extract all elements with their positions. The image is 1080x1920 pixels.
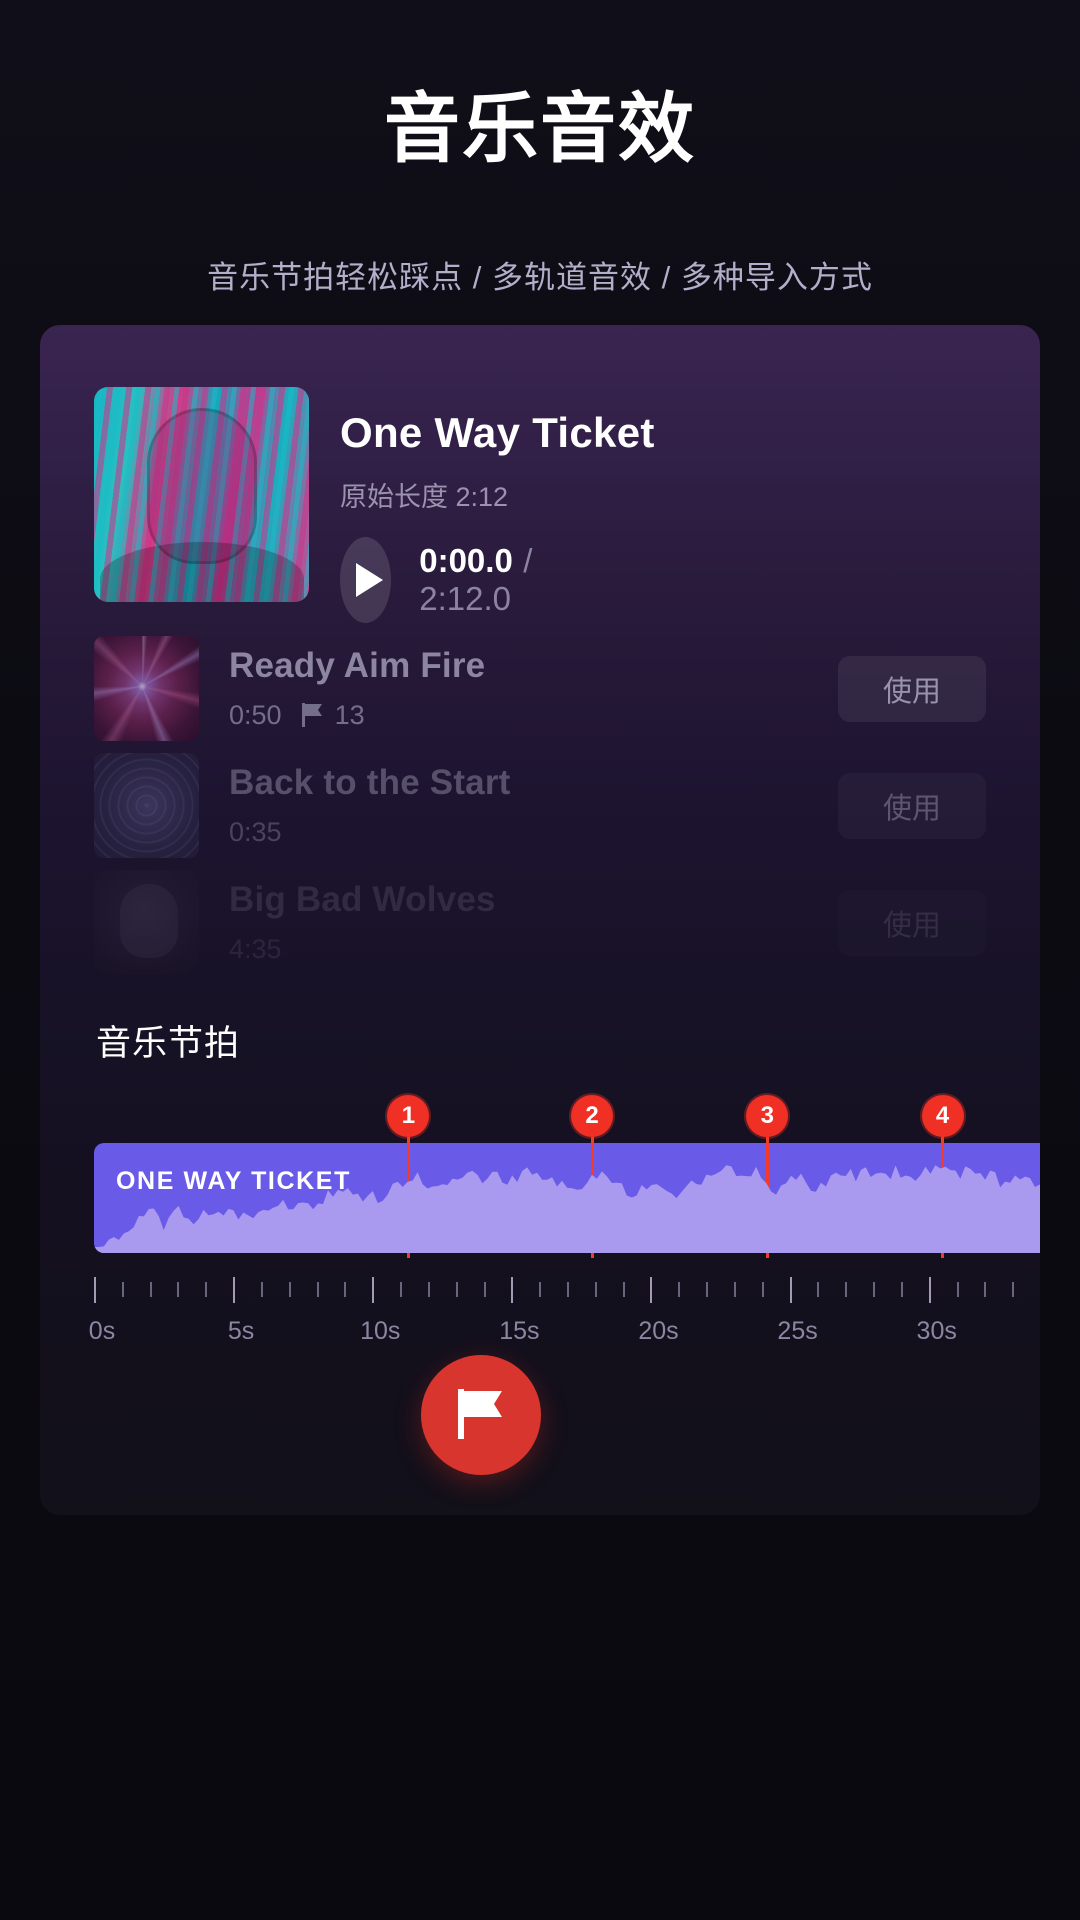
- ruler-tick-minor: [622, 1282, 625, 1297]
- time-separator: /: [523, 542, 533, 579]
- ruler-tick-minor: [706, 1282, 709, 1297]
- total-time: 2:12.0: [419, 580, 511, 617]
- page-title: 音乐音效: [384, 87, 696, 172]
- track-row[interactable]: Back to the Start 0:35 使用: [94, 747, 986, 864]
- beat-marker-pin[interactable]: 2: [571, 1095, 614, 1137]
- ruler-tick-major: [372, 1277, 375, 1303]
- ruler-tick-major: [511, 1277, 514, 1303]
- play-icon: [355, 563, 383, 597]
- flag-icon: [458, 1388, 504, 1442]
- album-cover-icon: [94, 387, 309, 602]
- track-meta: 0:50 13: [229, 700, 838, 731]
- track-name: Back to the Start: [229, 763, 511, 803]
- ruler-label: 0s: [88, 1317, 116, 1345]
- track-duration: 4:35: [229, 933, 282, 964]
- ruler-tick-minor: [956, 1282, 959, 1297]
- beat-count-group: 13: [301, 699, 365, 731]
- ruler-tick-minor: [483, 1282, 486, 1297]
- current-time: 0:00.0: [419, 542, 513, 579]
- ruler-label: 20s: [638, 1317, 679, 1345]
- ruler-tick-major: [94, 1277, 96, 1303]
- waveform-label: ONE WAY TICKET: [116, 1167, 351, 1195]
- album-thumb-icon: [94, 636, 199, 741]
- ruler-tick-minor: [984, 1282, 987, 1297]
- ruler-label: 10s: [360, 1317, 401, 1345]
- beat-timeline[interactable]: ONE WAY TICKET 1 2 3 4 0s 5s 10s 15s 20s 25s 30s: [89, 1095, 1040, 1405]
- waveform-shape: [94, 1165, 1040, 1253]
- ruler-tick-minor: [539, 1282, 542, 1297]
- beat-marker-pin[interactable]: 3: [746, 1095, 789, 1137]
- ruler-tick-minor: [455, 1282, 458, 1297]
- ruler-tick-minor: [900, 1282, 903, 1297]
- thumb-swirl-pattern: [94, 753, 199, 858]
- ruler-tick-minor: [1012, 1282, 1015, 1297]
- track-meta: 4:35: [229, 934, 838, 965]
- ruler-tick-minor: [427, 1282, 430, 1297]
- cover-figure-head: [150, 411, 254, 561]
- track-row[interactable]: Ready Aim Fire 0:50 13 使用: [94, 630, 986, 747]
- use-button[interactable]: 使用: [838, 773, 986, 839]
- album-thumb-icon: [94, 753, 199, 858]
- ruler-tick-minor: [205, 1282, 208, 1297]
- ruler-label: 5s: [227, 1317, 255, 1345]
- ruler-tick-minor: [594, 1282, 597, 1297]
- thumb-plasma-rays: [94, 636, 199, 741]
- ruler-tick-minor: [567, 1282, 569, 1297]
- track-meta: 0:35: [229, 817, 838, 848]
- timeline-ruler: [94, 1277, 1040, 1307]
- use-button[interactable]: 使用: [838, 890, 986, 956]
- ruler-tick-minor: [121, 1282, 124, 1297]
- ruler-tick-minor: [316, 1282, 319, 1297]
- ruler-label: 15s: [499, 1317, 540, 1345]
- track-list: Ready Aim Fire 0:50 13 使用 Back to the St…: [94, 630, 986, 981]
- ruler-tick-minor: [400, 1282, 403, 1297]
- beats-section-title: 音乐节拍: [96, 1024, 241, 1063]
- ruler-tick-minor: [873, 1282, 876, 1297]
- player-controls: 0:00.0 / 2:12.0: [340, 537, 548, 623]
- beat-marker-pin[interactable]: 4: [921, 1095, 964, 1137]
- ruler-tick-minor: [149, 1282, 152, 1297]
- timeline-ruler-labels: 0s 5s 10s 15s 20s 25s 30s: [89, 1317, 1040, 1351]
- ruler-tick-major: [789, 1277, 792, 1303]
- time-display: 0:00.0 / 2:12.0: [419, 542, 547, 618]
- ruler-label: 25s: [777, 1317, 818, 1345]
- ruler-tick-minor: [260, 1282, 263, 1297]
- ruler-tick-minor: [817, 1282, 820, 1297]
- album-thumb-icon: [94, 870, 199, 975]
- ruler-tick-major: [928, 1277, 931, 1303]
- ruler-tick-major: [233, 1277, 236, 1303]
- play-button[interactable]: [340, 537, 392, 623]
- ruler-tick-minor: [733, 1282, 736, 1297]
- ruler-label: 30s: [916, 1317, 957, 1345]
- track-name: Big Bad Wolves: [229, 880, 496, 920]
- app-screen: 音乐音效 音乐节拍轻松踩点 / 多轨道音效 / 多种导入方式 One Way T…: [0, 0, 1080, 1920]
- track-info: Back to the Start 0:35: [229, 763, 838, 847]
- page-subtitle: 音乐节拍轻松踩点 / 多轨道音效 / 多种导入方式: [207, 260, 873, 295]
- beat-count: 13: [334, 699, 365, 730]
- ruler-tick-minor: [678, 1282, 681, 1297]
- music-card: One Way Ticket 原始长度 2:12 0:00.0 / 2:12.0: [40, 325, 1040, 1515]
- track-duration: 0:50: [229, 699, 282, 730]
- now-playing-duration: 原始长度 2:12: [340, 482, 509, 512]
- now-playing-title: One Way Ticket: [340, 409, 655, 456]
- beat-marker-pin[interactable]: 1: [387, 1095, 430, 1137]
- track-name: Ready Aim Fire: [229, 646, 486, 686]
- track-row[interactable]: Big Bad Wolves 4:35 使用: [94, 864, 986, 981]
- track-info: Ready Aim Fire 0:50 13: [229, 646, 838, 730]
- track-duration: 0:35: [229, 816, 282, 847]
- ruler-tick-minor: [845, 1282, 848, 1297]
- thumb-portrait-figure: [120, 884, 178, 958]
- ruler-tick-minor: [288, 1282, 291, 1297]
- flag-icon: [301, 703, 324, 728]
- ruler-tick-major: [650, 1277, 653, 1303]
- use-button[interactable]: 使用: [838, 655, 986, 722]
- ruler-tick-minor: [177, 1282, 180, 1297]
- track-info: Big Bad Wolves 4:35: [229, 880, 838, 964]
- ruler-tick-minor: [761, 1282, 764, 1297]
- ruler-tick-minor: [344, 1282, 347, 1297]
- waveform-track[interactable]: ONE WAY TICKET: [94, 1143, 1040, 1253]
- add-beat-button[interactable]: [421, 1355, 541, 1475]
